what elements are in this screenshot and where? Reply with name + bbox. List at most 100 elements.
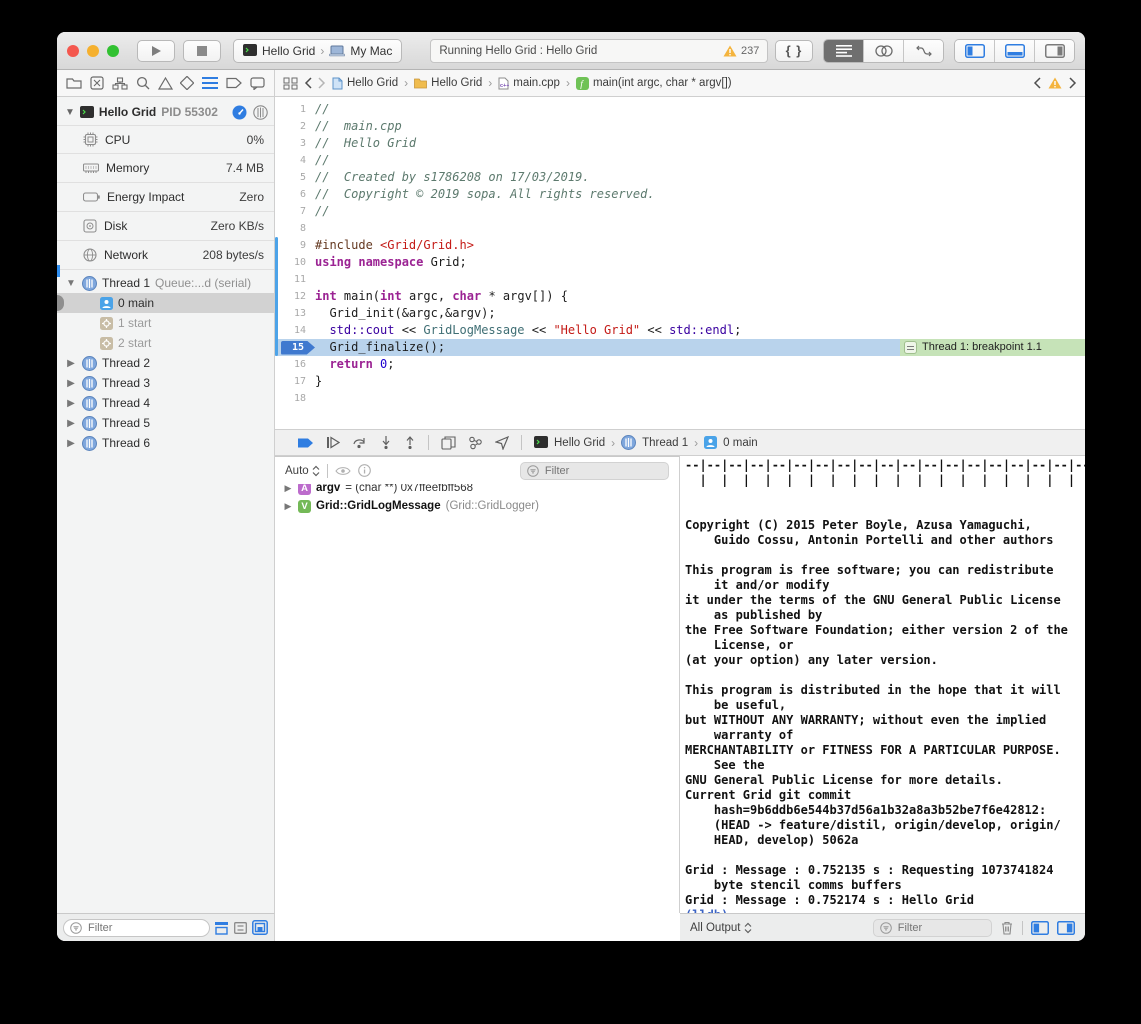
disclosure-closed-icon[interactable]: ▶: [65, 358, 77, 369]
disclosure-closed-icon[interactable]: ▶: [65, 398, 77, 409]
next-issue-button[interactable]: [1069, 77, 1077, 89]
source-control-icon[interactable]: [90, 76, 104, 90]
code-line[interactable]: 14 std::cout << GridLogMessage << "Hello…: [275, 322, 1085, 339]
console-output[interactable]: --|--|--|--|--|--|--|--|--|--|--|--|--|-…: [680, 456, 1085, 913]
code-line[interactable]: 18: [275, 390, 1085, 407]
line-number[interactable]: 1: [275, 101, 315, 118]
simulate-location-icon[interactable]: [495, 436, 509, 450]
code-line[interactable]: 2// main.cpp: [275, 118, 1085, 135]
code-line[interactable]: 16 return 0;: [275, 356, 1085, 373]
line-number[interactable]: 3: [275, 135, 315, 152]
activity-viewer[interactable]: Running Hello Grid : Hello Grid 237: [430, 39, 768, 63]
step-out-icon[interactable]: [404, 436, 416, 449]
code-line[interactable]: 8: [275, 220, 1085, 237]
stack-frame-row[interactable]: 2 start: [57, 333, 274, 353]
console-pane-toggle-icon[interactable]: [1057, 921, 1075, 935]
gauge-row-disk[interactable]: Disk Zero KB/s: [57, 212, 274, 241]
console-filter-field[interactable]: [873, 919, 992, 937]
variables-scope-popup[interactable]: Auto: [285, 465, 320, 477]
line-number[interactable]: 7: [275, 203, 315, 220]
line-number[interactable]: 18: [275, 390, 315, 407]
stop-button[interactable]: [183, 40, 221, 62]
scheme-selector[interactable]: Hello Grid›My Mac: [233, 39, 402, 63]
filter-stack-toggle-icon[interactable]: [233, 921, 248, 935]
line-number[interactable]: 10: [275, 254, 315, 271]
memory-graph-icon[interactable]: [468, 436, 483, 450]
code-line[interactable]: 17}: [275, 373, 1085, 390]
debug-breadcrumb-label[interactable]: Hello Grid: [554, 437, 605, 449]
code-line[interactable]: 3// Hello Grid: [275, 135, 1085, 152]
issue-navigator-icon[interactable]: [158, 77, 173, 90]
code-line[interactable]: 12int main(int argc, char * argv[]) {: [275, 288, 1085, 305]
code-line[interactable]: 1//: [275, 101, 1085, 118]
quicklook-eye-icon[interactable]: [335, 466, 351, 476]
gauge-row-cpu[interactable]: CPU 0%: [57, 125, 274, 154]
line-number[interactable]: 4: [275, 152, 315, 169]
jumpbar-item[interactable]: Hello Grid: [414, 77, 482, 89]
line-number[interactable]: 16: [275, 356, 315, 373]
line-number[interactable]: 6: [275, 186, 315, 203]
symbol-navigator-icon[interactable]: [112, 77, 128, 90]
source-editor[interactable]: 1//2// main.cpp3// Hello Grid4//5// Crea…: [275, 97, 1085, 429]
line-number[interactable]: 8: [275, 220, 315, 237]
filter-running-toggle-icon[interactable]: [214, 921, 229, 935]
variables-view[interactable]: A argc = (int) 3 ▶ A argv = (char **) 0x…: [275, 456, 680, 913]
code-line[interactable]: 5// Created by s1786208 on 17/03/2019.: [275, 169, 1085, 186]
gauge-row-energy-impact[interactable]: Energy Impact Zero: [57, 183, 274, 212]
filter-view-toggle-icon[interactable]: [252, 920, 268, 935]
disclosure-closed-icon[interactable]: ▶: [65, 378, 77, 389]
disclosure-closed-icon[interactable]: ▶: [283, 483, 293, 494]
code-line[interactable]: 7//: [275, 203, 1085, 220]
line-number[interactable]: 2: [275, 118, 315, 135]
thread-row[interactable]: ▶Thread 3: [57, 373, 274, 393]
thread-row[interactable]: ▶Thread 2: [57, 353, 274, 373]
zoom-window-button[interactable]: [107, 45, 119, 57]
breakpoint-navigator-icon[interactable]: [226, 77, 242, 89]
view-hierarchy-icon[interactable]: [441, 436, 456, 450]
line-number[interactable]: 12: [275, 288, 315, 305]
line-number[interactable]: 5: [275, 169, 315, 186]
info-icon[interactable]: [358, 464, 371, 477]
gauge-row-network[interactable]: Network 208 bytes/s: [57, 241, 274, 270]
breakpoints-toggle-icon[interactable]: [297, 437, 314, 449]
disclosure-closed-icon[interactable]: ▶: [65, 438, 77, 449]
code-line[interactable]: 6// Copyright © 2019 sopa. All rights re…: [275, 186, 1085, 203]
disclosure-closed-icon[interactable]: ▶: [65, 418, 77, 429]
code-line[interactable]: 15 Grid_finalize();Thread 1: breakpoint …: [275, 339, 1085, 356]
gauge-row-memory[interactable]: Memory 7.4 MB: [57, 154, 274, 183]
thread-row[interactable]: ▶Thread 4: [57, 393, 274, 413]
variable-row[interactable]: ▶ V Grid::GridLogMessage (Grid::GridLogg…: [275, 497, 679, 515]
disclosure-open-icon[interactable]: ▼: [65, 107, 75, 118]
thread-row[interactable]: ▶Thread 6: [57, 433, 274, 453]
minimize-window-button[interactable]: [87, 45, 99, 57]
gauge-icon[interactable]: [232, 105, 247, 120]
debug-breadcrumb-label[interactable]: Thread 1: [642, 437, 688, 449]
debug-annotation[interactable]: Thread 1: breakpoint 1.1: [900, 339, 1085, 356]
search-icon[interactable]: [136, 76, 150, 90]
warning-count-badge[interactable]: 237: [723, 45, 759, 57]
view-mode-icon[interactable]: [253, 105, 268, 120]
debug-navigator-icon[interactable]: [202, 77, 218, 89]
jumpbar-item[interactable]: fmain(int argc, char * argv[]): [576, 77, 732, 90]
editor-mode-2[interactable]: [904, 40, 943, 62]
continue-icon[interactable]: [326, 436, 340, 449]
issue-warning-icon[interactable]: [1048, 77, 1062, 89]
project-navigator-icon[interactable]: [66, 77, 82, 90]
breakpoint-badge[interactable]: 15: [281, 341, 315, 355]
thread-row[interactable]: ▶Thread 5: [57, 413, 274, 433]
debug-breadcrumb-label[interactable]: 0 main: [723, 437, 758, 449]
panel-toggle-1[interactable]: [995, 40, 1035, 62]
panel-toggle-2[interactable]: [1035, 40, 1074, 62]
line-number[interactable]: 13: [275, 305, 315, 322]
code-line[interactable]: 11: [275, 271, 1085, 288]
code-line[interactable]: 9#include <Grid/Grid.h>: [275, 237, 1085, 254]
disclosure-open-icon[interactable]: ▼: [65, 278, 77, 289]
forward-button[interactable]: [318, 77, 326, 89]
panel-toggle-0[interactable]: [955, 40, 995, 62]
editor-mode-1[interactable]: [864, 40, 904, 62]
jumpbar-item[interactable]: Hello Grid: [332, 77, 398, 90]
line-number[interactable]: 11: [275, 271, 315, 288]
step-over-icon[interactable]: [352, 436, 368, 449]
stack-frame-row[interactable]: 0 main: [57, 293, 274, 313]
related-items-icon[interactable]: [283, 77, 298, 90]
